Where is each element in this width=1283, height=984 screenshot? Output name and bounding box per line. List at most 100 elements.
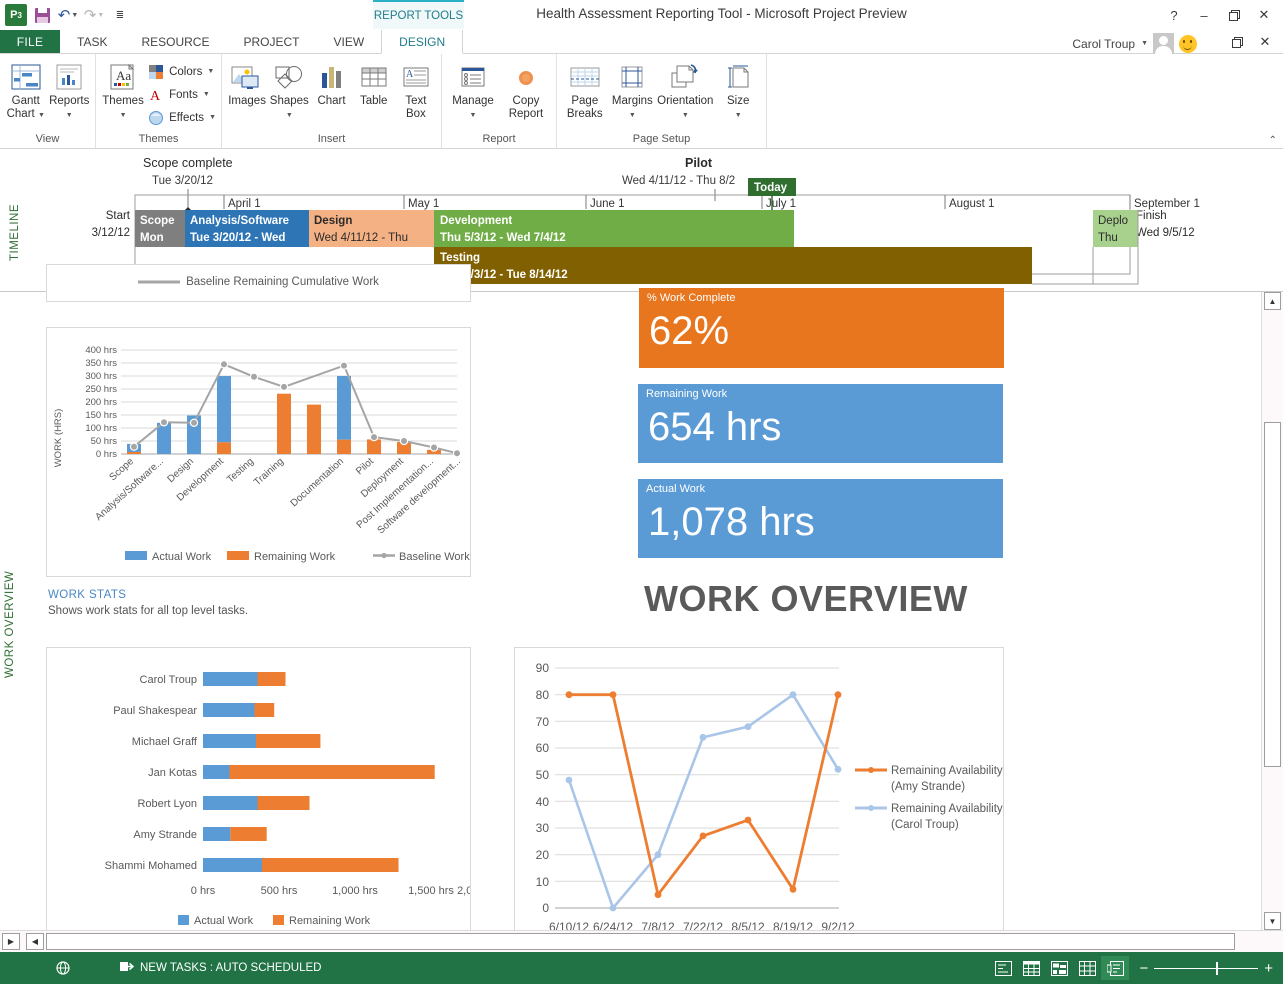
vertical-scrollbar[interactable]: ▲ ▼	[1261, 292, 1283, 930]
kpi-actual-work[interactable]: Actual Work 1,078 hrs	[638, 479, 1003, 558]
svg-text:Tue 3/20/12 - Wed: Tue 3/20/12 - Wed	[190, 232, 285, 244]
tab-view[interactable]: VIEW	[316, 30, 381, 53]
effects-button[interactable]: Effects ▼	[147, 107, 216, 128]
table-button[interactable]: Table	[354, 57, 394, 108]
report-side-label[interactable]: WORK OVERVIEW	[4, 568, 16, 678]
themes-button[interactable]: Aa Themes▼	[101, 57, 145, 121]
tab-project[interactable]: PROJECT	[226, 30, 316, 53]
svg-text:Mon: Mon	[140, 232, 164, 244]
y-axis-ticks: 90 80 70 60 50 40 30 20 10 0	[536, 661, 839, 915]
bar-series-remaining-work	[230, 672, 435, 872]
svg-text:Jan Kotas: Jan Kotas	[148, 767, 197, 779]
ribbon-close-button[interactable]: ✕	[1251, 32, 1279, 52]
collapse-ribbon-button[interactable]: ⌃	[1269, 135, 1277, 146]
size-button[interactable]: Size▼	[715, 57, 761, 121]
new-tasks-status[interactable]: NEW TASKS : AUTO SCHEDULED	[80, 952, 331, 984]
colors-chevron-down-icon[interactable]: ▼	[207, 68, 214, 75]
avatar[interactable]	[1153, 33, 1174, 54]
orientation-button[interactable]: Orientation▼	[657, 57, 713, 121]
colors-icon	[147, 63, 165, 81]
feedback-smiley-icon[interactable]	[1179, 35, 1197, 53]
scroll-right-button[interactable]: ▶	[2, 933, 20, 950]
chart-button[interactable]: Chart	[311, 57, 351, 108]
timeline-side-label[interactable]: TIMELINE	[9, 191, 21, 261]
svg-text:Wed 9/5/12: Wed 9/5/12	[1136, 227, 1195, 239]
svg-text:Shammi Mohamed: Shammi Mohamed	[105, 860, 197, 872]
resource-work-chart[interactable]: Carol Troup Paul Shakespear Michael Graf…	[47, 648, 470, 939]
tab-resource[interactable]: RESOURCE	[124, 30, 226, 53]
horizontal-scrollbar[interactable]: ◀ ▶	[0, 930, 1283, 952]
work-stats-title: WORK STATS	[48, 589, 248, 601]
kpi-remaining-work[interactable]: Remaining Work 654 hrs	[638, 384, 1003, 463]
scroll-left-button[interactable]: ◀	[26, 933, 44, 950]
svg-text:Remaining Availability: Remaining Availability	[891, 765, 1003, 777]
svg-text:30: 30	[536, 821, 550, 835]
ribbon: GanttChart ▼ Reports▼ View	[0, 54, 1283, 149]
help-button[interactable]: ?	[1159, 4, 1189, 26]
view-task-sheet-button[interactable]	[1017, 956, 1045, 980]
ribbon-group-insert: Images Shapes▼	[222, 54, 442, 148]
ribbon-group-label-view: View	[5, 133, 90, 148]
view-resource-sheet-button[interactable]	[1073, 956, 1101, 980]
effects-label: Effects	[169, 112, 204, 124]
text-box-button[interactable]: A TextBox	[396, 57, 436, 121]
page-breaks-button[interactable]: PageBreaks	[562, 57, 608, 121]
reports-button[interactable]: Reports▼	[49, 57, 91, 121]
kpi-percent-work-complete[interactable]: % Work Complete 62%	[639, 288, 1004, 368]
margins-button[interactable]: Margins▼	[610, 57, 656, 121]
tab-design[interactable]: DESIGN	[381, 30, 463, 54]
zoom-in-button[interactable]: +	[1264, 960, 1273, 977]
fonts-button[interactable]: A Fonts ▼	[147, 84, 216, 105]
scroll-down-button[interactable]: ▼	[1264, 912, 1281, 930]
resource-work-chart-panel[interactable]: Carol Troup Paul Shakespear Michael Graf…	[46, 647, 471, 940]
svg-text:0: 0	[542, 901, 549, 915]
milestone-date: Tue 3/20/12	[152, 175, 213, 187]
vertical-scrollbar-thumb[interactable]	[1264, 422, 1281, 767]
effects-chevron-down-icon[interactable]: ▼	[209, 114, 216, 121]
globe-icon[interactable]	[0, 952, 80, 984]
effects-icon	[147, 109, 165, 127]
svg-text:Training: Training	[252, 456, 286, 488]
images-button[interactable]: Images	[227, 57, 267, 108]
resource-availability-chart-panel[interactable]: 90 80 70 60 50 40 30 20 10 0	[514, 647, 1004, 940]
resource-availability-chart[interactable]: 90 80 70 60 50 40 30 20 10 0	[515, 648, 1003, 939]
task-work-chart-panel[interactable]: WORK (HRS) 400 hrs 350 hrs 300 hrs 250 h…	[46, 327, 471, 577]
tab-task[interactable]: TASK	[60, 30, 124, 53]
restore-button[interactable]	[1219, 4, 1249, 26]
gantt-chart-button[interactable]: GanttChart ▼	[5, 57, 47, 121]
view-report-button[interactable]	[1101, 956, 1129, 980]
account-chevron-down-icon[interactable]: ▼	[1141, 40, 1148, 47]
colors-button[interactable]: Colors ▼	[147, 61, 216, 82]
view-team-planner-button[interactable]	[1045, 956, 1073, 980]
ribbon-restore-button[interactable]	[1223, 32, 1251, 52]
account-name[interactable]: Carol Troup	[1072, 37, 1135, 51]
text-box-icon: A	[401, 59, 431, 93]
manage-button[interactable]: Manage▼	[447, 57, 499, 121]
zoom-handle[interactable]	[1216, 962, 1218, 975]
report-title[interactable]: WORK OVERVIEW	[644, 578, 968, 620]
svg-text:Remaining Availability: Remaining Availability	[891, 803, 1003, 815]
shapes-button[interactable]: Shapes▼	[269, 57, 309, 121]
scroll-up-button[interactable]: ▲	[1264, 292, 1281, 310]
zoom-slider[interactable]: − +	[1129, 960, 1283, 977]
close-button[interactable]: ✕	[1249, 4, 1279, 26]
svg-text:(Amy Strande): (Amy Strande)	[891, 781, 965, 793]
tab-file[interactable]: FILE	[0, 30, 60, 53]
chart-legend: Actual Work Remaining Work Baseline Work	[125, 551, 470, 563]
svg-text:Paul Shakespear: Paul Shakespear	[113, 705, 197, 717]
horizontal-scrollbar-thumb[interactable]	[46, 933, 1235, 950]
copy-report-button[interactable]: CopyReport	[501, 57, 551, 121]
view-gantt-chart-button[interactable]	[989, 956, 1017, 980]
kpi-remaining-work-value: 654 hrs	[638, 400, 1003, 454]
zoom-out-button[interactable]: −	[1139, 960, 1148, 977]
svg-text:Aa: Aa	[116, 68, 131, 83]
cumulative-work-chart-panel[interactable]: Baseline Remaining Cumulative Work	[46, 264, 471, 302]
fonts-chevron-down-icon[interactable]: ▼	[203, 91, 210, 98]
timeline-bar-scope: Scope Mon	[135, 210, 185, 247]
zoom-track[interactable]	[1154, 968, 1258, 969]
minimize-button[interactable]: –	[1189, 4, 1219, 26]
svg-text:0 hrs: 0 hrs	[96, 449, 117, 460]
margins-icon	[617, 59, 647, 93]
chart-icon	[317, 59, 347, 93]
task-work-chart[interactable]: WORK (HRS) 400 hrs 350 hrs 300 hrs 250 h…	[47, 328, 470, 576]
